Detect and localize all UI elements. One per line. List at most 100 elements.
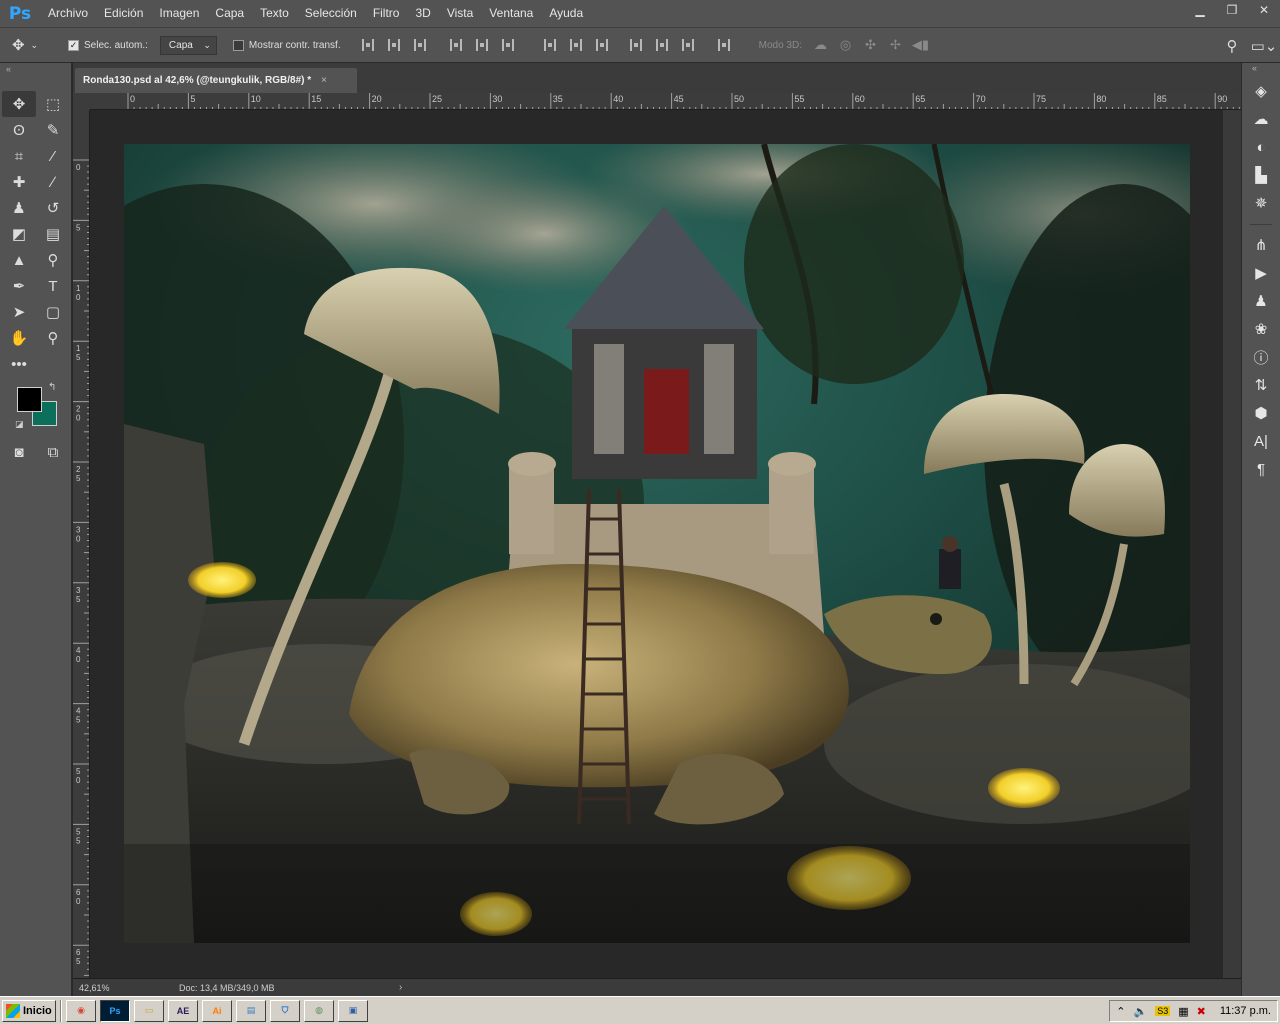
collapse-toolbar-icon[interactable]: « bbox=[0, 63, 71, 75]
scale-3d-icon[interactable]: ◀▮ bbox=[908, 35, 933, 55]
close-icon[interactable]: ✕ bbox=[1248, 0, 1280, 20]
menu-filtro[interactable]: Filtro bbox=[365, 0, 408, 27]
3d-icon[interactable]: ⬢ bbox=[1242, 399, 1280, 427]
auto-select-target-select[interactable]: Capa ⌄ bbox=[159, 35, 217, 55]
restore-icon[interactable]: ❐ bbox=[1216, 0, 1248, 20]
default-colors-icon[interactable]: ◪ bbox=[15, 419, 24, 430]
path-selection-tool-icon[interactable]: ➤ bbox=[2, 299, 36, 325]
canvas[interactable] bbox=[124, 144, 1190, 943]
menu-capa[interactable]: Capa bbox=[207, 0, 252, 27]
paragraph-icon[interactable]: ¶ bbox=[1242, 455, 1280, 483]
align-bottom-icon[interactable] bbox=[407, 35, 433, 55]
tray-expand-icon[interactable]: ⌃ bbox=[1116, 1005, 1125, 1018]
status-menu-arrow[interactable]: › bbox=[399, 982, 402, 993]
layers-icon[interactable]: ◈ bbox=[1242, 77, 1280, 105]
vertical-scrollbar[interactable] bbox=[1223, 110, 1241, 978]
window-icon[interactable]: ▣ bbox=[338, 999, 368, 1022]
ruler-origin[interactable] bbox=[73, 93, 90, 110]
history-icon[interactable]: ⇅ bbox=[1242, 371, 1280, 399]
explorer-icon[interactable]: ▭ bbox=[134, 999, 164, 1022]
slide-3d-icon[interactable]: ✢ bbox=[883, 35, 908, 55]
menu-edicion[interactable]: Edición bbox=[96, 0, 151, 27]
libraries-icon[interactable]: ☁ bbox=[1242, 105, 1280, 133]
auto-select-toggle[interactable]: ✓ Selec. autom.: bbox=[68, 39, 148, 51]
foreground-color-swatch[interactable] bbox=[17, 387, 42, 412]
distribute-right-icon[interactable] bbox=[675, 35, 701, 55]
align-hcenter-icon[interactable] bbox=[469, 35, 495, 55]
show-transform-toggle[interactable]: Mostrar contr. transf. bbox=[232, 39, 341, 51]
vertical-ruler[interactable]: 05101520253035404550556065 bbox=[73, 110, 90, 978]
hand-tool-icon[interactable]: ✋ bbox=[2, 325, 36, 351]
menu-archivo[interactable]: Archivo bbox=[40, 0, 96, 27]
zoom-tool-icon[interactable]: ⚲ bbox=[36, 325, 70, 351]
workspace-icon[interactable]: ▭⌄ bbox=[1248, 37, 1280, 55]
brush-tool-icon[interactable]: ∕ bbox=[36, 169, 70, 195]
character-icon[interactable]: A| bbox=[1242, 427, 1280, 455]
paint-icon[interactable]: ◍ bbox=[304, 999, 334, 1022]
distribute-bottom-icon[interactable] bbox=[589, 35, 615, 55]
shape-tool-icon[interactable]: ▢ bbox=[36, 299, 70, 325]
swap-colors-icon[interactable]: ↰ bbox=[48, 382, 56, 393]
paths-icon[interactable]: ⋔ bbox=[1242, 231, 1280, 259]
navigator-icon[interactable]: ✵ bbox=[1242, 189, 1280, 217]
quick-mask-icon[interactable]: ◙ bbox=[2, 439, 36, 465]
distribute-top-icon[interactable] bbox=[537, 35, 563, 55]
clock[interactable]: 11:37 p.m. bbox=[1220, 1005, 1271, 1017]
menu-3d[interactable]: 3D bbox=[407, 0, 438, 27]
menu-ayuda[interactable]: Ayuda bbox=[541, 0, 591, 27]
histogram-icon[interactable]: ▙ bbox=[1242, 161, 1280, 189]
horizontal-ruler[interactable]: 0 5 10 15 20 25 30 35 40 45 50 55 60 65 70 75 80 85 90 bbox=[90, 93, 1241, 110]
pen-tool-icon[interactable]: ✒ bbox=[2, 273, 36, 299]
search-icon[interactable]: ⚲ bbox=[1216, 37, 1248, 55]
align-left-icon[interactable] bbox=[443, 35, 469, 55]
more-tools-icon[interactable]: ••• bbox=[2, 351, 36, 377]
align-right-icon[interactable] bbox=[495, 35, 521, 55]
crop-tool-icon[interactable]: ⌗ bbox=[2, 143, 36, 169]
info-icon[interactable]: ⓘ bbox=[1242, 343, 1280, 371]
distribute-left-icon[interactable] bbox=[623, 35, 649, 55]
align-vcenter-icon[interactable] bbox=[381, 35, 407, 55]
screen-mode-icon[interactable]: ⧉ bbox=[36, 439, 70, 465]
close-tab-icon[interactable]: × bbox=[321, 75, 327, 86]
dodge-tool-icon[interactable]: ⚲ bbox=[36, 247, 70, 273]
menu-texto[interactable]: Texto bbox=[252, 0, 297, 27]
photoshop-taskbar-icon[interactable]: Ps bbox=[100, 999, 130, 1022]
move-tool-icon[interactable]: ✥ bbox=[2, 91, 36, 117]
illustrator-icon[interactable]: Ai bbox=[202, 999, 232, 1022]
alert-icon[interactable]: ✖ bbox=[1197, 1005, 1206, 1018]
eraser-tool-icon[interactable]: ◩ bbox=[2, 221, 36, 247]
blur-tool-icon[interactable]: ▲ bbox=[2, 247, 36, 273]
auto-select-checkbox[interactable]: ✓ bbox=[68, 39, 79, 51]
menu-seleccion[interactable]: Selección bbox=[297, 0, 365, 27]
distribute-vcenter-icon[interactable] bbox=[563, 35, 589, 55]
lasso-tool-icon[interactable]: ʘ bbox=[2, 117, 36, 143]
clone-stamp-tool-icon[interactable]: ♟ bbox=[2, 195, 36, 221]
show-transform-checkbox[interactable] bbox=[232, 39, 244, 51]
keyboard-icon[interactable]: S3 bbox=[1155, 1006, 1171, 1016]
pan-3d-icon[interactable]: ✣ bbox=[858, 35, 883, 55]
menu-ventana[interactable]: Ventana bbox=[481, 0, 541, 27]
type-tool-icon[interactable]: T bbox=[36, 273, 70, 299]
minimize-icon[interactable]: ▁ bbox=[1184, 0, 1216, 20]
start-button[interactable]: Inicio bbox=[2, 999, 56, 1022]
document-tab[interactable]: Ronda130.psd al 42,6% (@teungkulik, RGB/… bbox=[75, 68, 357, 93]
tool-preset-picker[interactable]: ✥ ⌄ bbox=[0, 36, 50, 54]
actions-icon[interactable]: ▶ bbox=[1242, 259, 1280, 287]
zoom-level[interactable]: 42,61% bbox=[73, 983, 121, 993]
gradient-tool-icon[interactable]: ▤ bbox=[36, 221, 70, 247]
volume-icon[interactable]: 🔈 bbox=[1133, 1005, 1147, 1018]
healing-brush-tool-icon[interactable]: ✚ bbox=[2, 169, 36, 195]
chrome-icon[interactable]: ◉ bbox=[66, 999, 96, 1022]
auto-align-icon[interactable] bbox=[711, 35, 737, 55]
history-brush-tool-icon[interactable]: ↺ bbox=[36, 195, 70, 221]
shield-icon[interactable]: ⛉ bbox=[270, 999, 300, 1022]
eyedropper-tool-icon[interactable]: ⁄ bbox=[36, 143, 70, 169]
menu-imagen[interactable]: Imagen bbox=[151, 0, 207, 27]
after-effects-icon[interactable]: AE bbox=[168, 999, 198, 1022]
adjustments-icon[interactable]: ◐ bbox=[1242, 133, 1280, 161]
align-top-icon[interactable] bbox=[355, 35, 381, 55]
expand-panels-icon[interactable]: « bbox=[1242, 63, 1280, 77]
marquee-tool-icon[interactable]: ⬚ bbox=[36, 91, 70, 117]
orbit-3d-icon[interactable]: ☁ bbox=[808, 35, 833, 55]
menu-vista[interactable]: Vista bbox=[439, 0, 481, 27]
